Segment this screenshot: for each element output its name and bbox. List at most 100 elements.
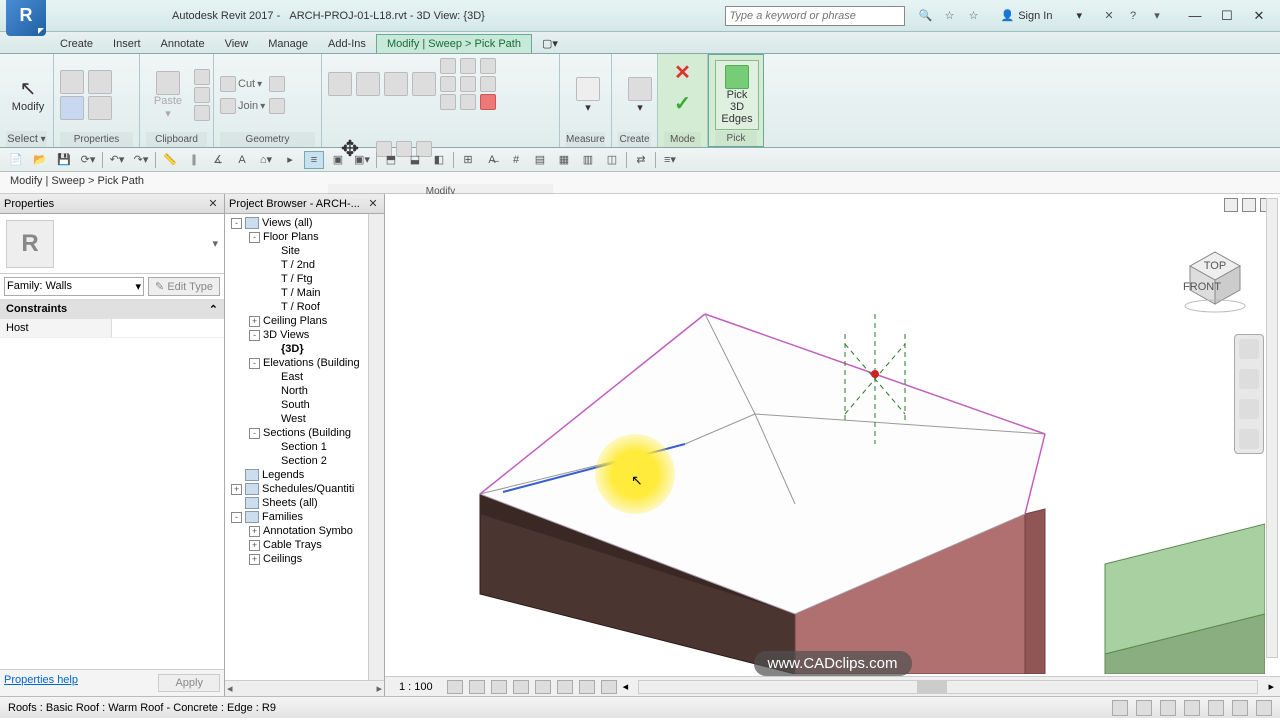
qat-redo-icon[interactable]: ↷▾ [131, 151, 151, 169]
hscroll-right-icon[interactable]: ▸ [1268, 680, 1274, 693]
qat-angle-icon[interactable]: ∡ [208, 151, 228, 169]
constraints-section-header[interactable]: Constraints⌃ [0, 300, 224, 319]
nav-pan-icon[interactable] [1239, 369, 1259, 389]
tree-toggle-icon[interactable]: - [249, 232, 260, 243]
copy-icon[interactable] [194, 87, 210, 103]
tree-item[interactable]: T / Main [225, 286, 368, 300]
tree-toggle-icon[interactable]: + [249, 540, 260, 551]
tree-item[interactable]: -Floor Plans [225, 230, 368, 244]
unpin-icon[interactable] [480, 76, 496, 92]
tab-addins[interactable]: Add-Ins [318, 35, 376, 53]
status-face-icon[interactable] [1184, 700, 1200, 716]
scale-icon[interactable] [460, 94, 476, 110]
tab-modify-sweep[interactable]: Modify | Sweep > Pick Path [376, 34, 532, 53]
hscroll-left-icon[interactable]: ◂ [623, 680, 629, 693]
qat-icon-2[interactable]: ⬓ [405, 151, 425, 169]
rendering-icon[interactable] [535, 680, 551, 694]
qat-icon-6[interactable]: # [506, 151, 526, 169]
search-icon[interactable]: 🔍 [917, 7, 935, 25]
qat-save-icon[interactable]: 💾 [54, 151, 74, 169]
tree-item[interactable]: East [225, 370, 368, 384]
cut-geometry-button[interactable]: Cut ▾ [220, 76, 265, 92]
exchange-icon[interactable]: ✕ [1100, 7, 1118, 25]
view-scale[interactable]: 1 : 100 [391, 681, 441, 693]
qat-switch-windows-icon[interactable]: ▣▾ [352, 151, 372, 169]
brush-icon[interactable] [194, 105, 210, 121]
tab-insert[interactable]: Insert [103, 35, 151, 53]
tree-item[interactable]: South [225, 398, 368, 412]
qat-thinlines-icon[interactable]: ≡ [304, 151, 324, 169]
tree-item[interactable]: -Views (all) [225, 216, 368, 230]
detail-level-icon[interactable] [447, 680, 463, 694]
tree-item[interactable]: Section 1 [225, 440, 368, 454]
join-geometry-button[interactable]: Join ▾ [220, 98, 265, 114]
qat-3d-icon[interactable]: ⌂▾ [256, 151, 276, 169]
close-button[interactable]: ✕ [1252, 9, 1266, 23]
app-menu-icon[interactable]: R [6, 0, 46, 36]
tree-toggle-icon[interactable]: - [249, 330, 260, 341]
qat-icon-3[interactable]: ◧ [429, 151, 449, 169]
tree-item[interactable]: +Cable Trays [225, 538, 368, 552]
qat-align-icon[interactable]: ∥ [184, 151, 204, 169]
tree-item[interactable]: Sheets (all) [225, 496, 368, 510]
help-dropdown-icon[interactable]: ▾ [1148, 7, 1166, 25]
cope-icon[interactable] [269, 76, 285, 92]
project-browser-tree[interactable]: -Views (all)-Floor PlansSiteT / 2ndT / F… [225, 214, 368, 680]
properties-close-button[interactable]: ✕ [206, 197, 220, 211]
cancel-mode-button[interactable]: ✕ [669, 58, 697, 87]
offset-icon[interactable] [356, 72, 380, 96]
properties-help-link[interactable]: Properties help [4, 674, 78, 692]
copy-tool-icon[interactable] [460, 58, 476, 74]
tree-item[interactable]: -Elevations (Building [225, 356, 368, 370]
qat-section-icon[interactable]: ▸ [280, 151, 300, 169]
tree-item[interactable]: Legends [225, 468, 368, 482]
sign-in-button[interactable]: 👤 Sign In ▾ [991, 9, 1092, 22]
tree-item[interactable]: T / 2nd [225, 258, 368, 272]
mirror-axis-icon[interactable] [384, 72, 408, 96]
qat-text-icon[interactable]: A [232, 151, 252, 169]
move-tool-button[interactable]: ✥ [328, 114, 372, 184]
tab-manage[interactable]: Manage [258, 35, 318, 53]
tree-item[interactable]: {3D} [225, 342, 368, 356]
qat-close-inactive-icon[interactable]: ▣ [328, 151, 348, 169]
nav-wheel-icon[interactable] [1239, 339, 1259, 359]
viewport-vscrollbar[interactable] [1266, 198, 1278, 658]
tree-item[interactable]: West [225, 412, 368, 426]
tab-create[interactable]: Create [50, 35, 103, 53]
modify-tool-button[interactable]: ↖Modify [6, 60, 50, 130]
subscription-icon[interactable]: ☆ [941, 7, 959, 25]
3d-viewport[interactable]: ↖ TOP FRONT www.CADclips.com 1 : 100 [385, 194, 1280, 696]
nav-orbit-icon[interactable] [1239, 429, 1259, 449]
nav-zoom-icon[interactable] [1239, 399, 1259, 419]
qat-icon-4[interactable]: ⊞ [458, 151, 478, 169]
favorite-icon[interactable]: ☆ [965, 7, 983, 25]
tree-item[interactable]: -Sections (Building [225, 426, 368, 440]
create-button[interactable]: ▾ [618, 60, 662, 130]
viewport-hscrollbar[interactable] [638, 680, 1258, 694]
lock-3d-icon[interactable] [601, 680, 617, 694]
tree-item[interactable]: +Ceiling Plans [225, 314, 368, 328]
type-selector-dropdown-icon[interactable]: ▾ [212, 237, 218, 250]
status-pin-icon[interactable] [1160, 700, 1176, 716]
qat-open-icon[interactable]: 📂 [30, 151, 50, 169]
tree-item[interactable]: T / Ftg [225, 272, 368, 286]
tab-view[interactable]: View [215, 35, 259, 53]
tree-toggle-icon[interactable]: - [231, 218, 242, 229]
qat-icon-8[interactable]: ▦ [554, 151, 574, 169]
crop-region-icon[interactable] [579, 680, 595, 694]
mirror-draw-icon[interactable] [412, 72, 436, 96]
tab-overflow-icon[interactable]: ▢▾ [532, 34, 568, 53]
tree-item[interactable]: Section 2 [225, 454, 368, 468]
edit-type-button[interactable]: ✎ Edit Type [148, 277, 220, 296]
status-select-icon[interactable] [1112, 700, 1128, 716]
tree-toggle-icon[interactable]: + [249, 316, 260, 327]
tree-toggle-icon[interactable]: - [249, 428, 260, 439]
tree-item[interactable]: -Families [225, 510, 368, 524]
align-icon[interactable] [328, 72, 352, 96]
tree-item[interactable]: +Schedules/Quantiti [225, 482, 368, 496]
tree-item[interactable]: +Ceilings [225, 552, 368, 566]
tree-toggle-icon[interactable]: + [231, 484, 242, 495]
shadows-icon[interactable] [513, 680, 529, 694]
tree-toggle-icon[interactable]: - [231, 512, 242, 523]
tab-annotate[interactable]: Annotate [151, 35, 215, 53]
